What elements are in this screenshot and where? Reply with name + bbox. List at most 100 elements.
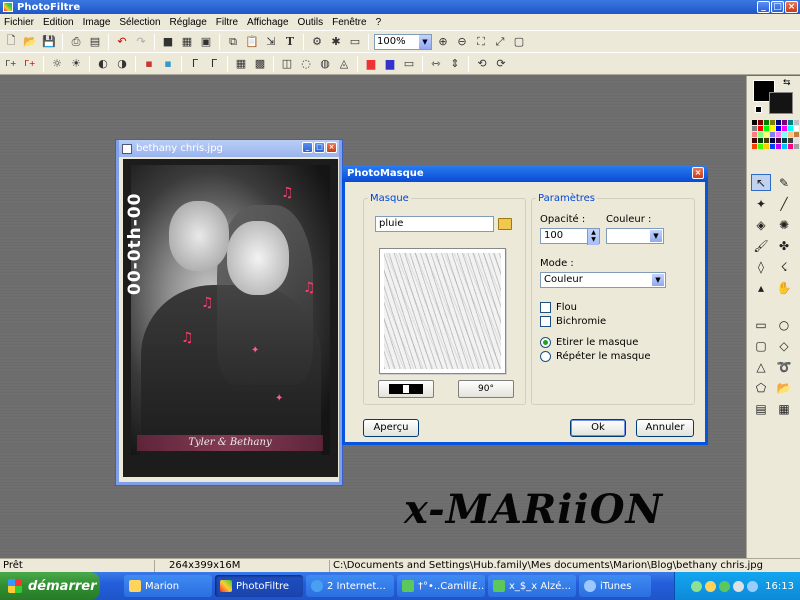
undo-icon[interactable]: ↶ <box>114 34 130 50</box>
brush-icon[interactable]: 🖌 <box>751 237 771 254</box>
swap-colors-icon[interactable]: ⇆ <box>783 78 791 88</box>
color-palette-grid[interactable] <box>752 120 799 149</box>
gamma-up-icon[interactable]: Γ <box>206 56 222 72</box>
flip-icon[interactable]: ▆ <box>382 56 398 72</box>
zoom-in-icon[interactable]: ⊕ <box>435 34 451 50</box>
contrast-up-icon[interactable]: ◑ <box>114 56 130 72</box>
tray-messenger-icon[interactable] <box>705 580 717 592</box>
window-icon[interactable]: ▭ <box>347 34 363 50</box>
new-file-icon[interactable]: 🗋 <box>3 34 19 50</box>
close-button[interactable]: × <box>785 1 798 13</box>
save-icon[interactable]: 💾 <box>41 34 57 50</box>
flou-checkbox[interactable] <box>540 302 551 313</box>
rotate-mask-button[interactable]: 90° <box>458 380 514 398</box>
start-button[interactable]: démarrer <box>0 572 100 600</box>
maximize-button[interactable]: □ <box>771 1 784 13</box>
rounded-rect-icon[interactable]: ▢ <box>751 337 771 354</box>
sepia-icon[interactable]: ▩ <box>252 56 268 72</box>
hand-icon[interactable]: ✋ <box>774 279 794 296</box>
image-minimize-button[interactable]: _ <box>302 142 313 153</box>
chevron-down-icon[interactable]: ▼ <box>652 274 664 286</box>
task-internet[interactable]: 2 Internet... <box>306 575 394 597</box>
triangle-icon[interactable]: △ <box>751 358 771 375</box>
image-window-titlebar[interactable]: bethany chris.jpg _ □ × <box>119 140 339 157</box>
image-close-button[interactable]: × <box>326 142 337 153</box>
tray-network-icon[interactable] <box>691 580 703 592</box>
image-maximize-button[interactable]: □ <box>314 142 325 153</box>
chevron-down-icon[interactable]: ▼ <box>650 230 662 242</box>
invert-mask-button[interactable] <box>378 380 434 398</box>
color-depth-icon[interactable]: ▦ <box>179 34 195 50</box>
task-marion[interactable]: Marion <box>124 575 212 597</box>
paste-icon[interactable]: 📋 <box>244 34 260 50</box>
repeat-mask-radio[interactable] <box>540 351 551 362</box>
menu-help[interactable]: ? <box>376 17 382 28</box>
image-canvas[interactable]: ♫ ♫ ♫ ♫ ✦ ✦ 00-0th-00 Tyler & Bethany <box>123 159 338 477</box>
fullscreen-icon[interactable]: ▢ <box>511 34 527 50</box>
mirror-v-icon[interactable]: ⇕ <box>447 56 463 72</box>
fit-window-icon[interactable]: ⤢ <box>492 34 508 50</box>
menu-filtre[interactable]: Filtre <box>216 17 238 28</box>
sharpen-icon[interactable]: ◫ <box>279 56 295 72</box>
zoom-select[interactable]: 100% ▼ <box>374 33 432 50</box>
auto-contrast-icon[interactable]: Γ+ <box>22 56 38 72</box>
cancel-button[interactable]: Annuler <box>636 419 694 437</box>
dialog-titlebar[interactable]: PhotoMasque × <box>342 165 708 182</box>
polygon-icon[interactable]: ⬠ <box>751 379 771 396</box>
rotate-right-icon[interactable]: ⟳ <box>493 56 509 72</box>
zoom-out-icon[interactable]: ⊖ <box>454 34 470 50</box>
batch-icon[interactable]: ⚙ <box>309 34 325 50</box>
menu-selection[interactable]: Sélection <box>119 17 160 28</box>
select-pointer-icon[interactable]: ↖ <box>751 174 771 191</box>
drop-icon[interactable]: ◬ <box>336 56 352 72</box>
ellipse-icon[interactable]: ○ <box>774 316 794 333</box>
bichromie-checkbox[interactable] <box>540 316 551 327</box>
image-window[interactable]: bethany chris.jpg _ □ × ♫ ♫ ♫ ♫ ✦ ✦ 00-0… <box>116 140 342 485</box>
stamp-icon[interactable]: ▴ <box>751 279 771 296</box>
line-icon[interactable]: ╱ <box>774 195 794 212</box>
minimize-button[interactable]: _ <box>757 1 770 13</box>
tray-update-icon[interactable] <box>747 580 759 592</box>
background-color-swatch[interactable] <box>769 92 793 114</box>
advanced-brush-icon[interactable]: ✤ <box>774 237 794 254</box>
load-shape-icon[interactable]: 📂 <box>774 379 794 396</box>
blur-icon[interactable]: ◌ <box>298 56 314 72</box>
menu-fichier[interactable]: Fichier <box>4 17 34 28</box>
opacity-spin-icon[interactable]: ▲ ▼ <box>587 229 599 245</box>
menu-image[interactable]: Image <box>83 17 111 28</box>
rotate-left-icon[interactable]: ⟲ <box>474 56 490 72</box>
copy-icon[interactable]: ⧉ <box>225 34 241 50</box>
dialog-close-button[interactable]: × <box>692 167 704 179</box>
opacity-stepper[interactable]: 100 ▲ ▼ <box>540 228 600 245</box>
tray-volume-icon[interactable] <box>733 580 745 592</box>
brightness-down-icon[interactable]: ☼ <box>49 56 65 72</box>
frame-icon[interactable]: ▭ <box>401 56 417 72</box>
plugin-icon[interactable]: ✱ <box>328 34 344 50</box>
selection-mode-icon[interactable]: ▤ <box>751 400 771 417</box>
soften-icon[interactable]: ◍ <box>317 56 333 72</box>
auto-levels-icon[interactable]: Γ+ <box>3 56 19 72</box>
task-messenger-1[interactable]: †°•..Camill£... <box>397 575 485 597</box>
saturation-down-icon[interactable]: ▪ <box>141 56 157 72</box>
mask-name-field[interactable]: pluie <box>375 216 494 232</box>
selection-options-icon[interactable]: ▦ <box>774 400 794 417</box>
menu-reglage[interactable]: Réglage <box>170 17 207 28</box>
export-icon[interactable]: ⇲ <box>263 34 279 50</box>
default-colors-icon[interactable] <box>755 106 762 113</box>
ok-button[interactable]: Ok <box>570 419 626 437</box>
menu-outils[interactable]: Outils <box>298 17 324 28</box>
menu-fenetre[interactable]: Fenêtre <box>332 17 366 28</box>
rectangle-icon[interactable]: ▭ <box>751 316 771 333</box>
task-photofiltre[interactable]: PhotoFiltre <box>215 575 303 597</box>
spray-icon[interactable]: ✺ <box>774 216 794 233</box>
magic-wand-icon[interactable]: ✦ <box>751 195 771 212</box>
contrast-down-icon[interactable]: ◐ <box>95 56 111 72</box>
menu-affichage[interactable]: Affichage <box>247 17 289 28</box>
palette-icon[interactable]: ▣ <box>198 34 214 50</box>
eyedropper-icon[interactable]: ✎ <box>774 174 794 191</box>
print-icon[interactable]: ⎙ <box>68 34 84 50</box>
fill-bucket-icon[interactable]: ◈ <box>751 216 771 233</box>
open-folder-icon[interactable]: 📂 <box>22 34 38 50</box>
preview-button[interactable]: Aperçu <box>363 419 419 437</box>
actual-size-icon[interactable]: ⛶ <box>473 34 489 50</box>
